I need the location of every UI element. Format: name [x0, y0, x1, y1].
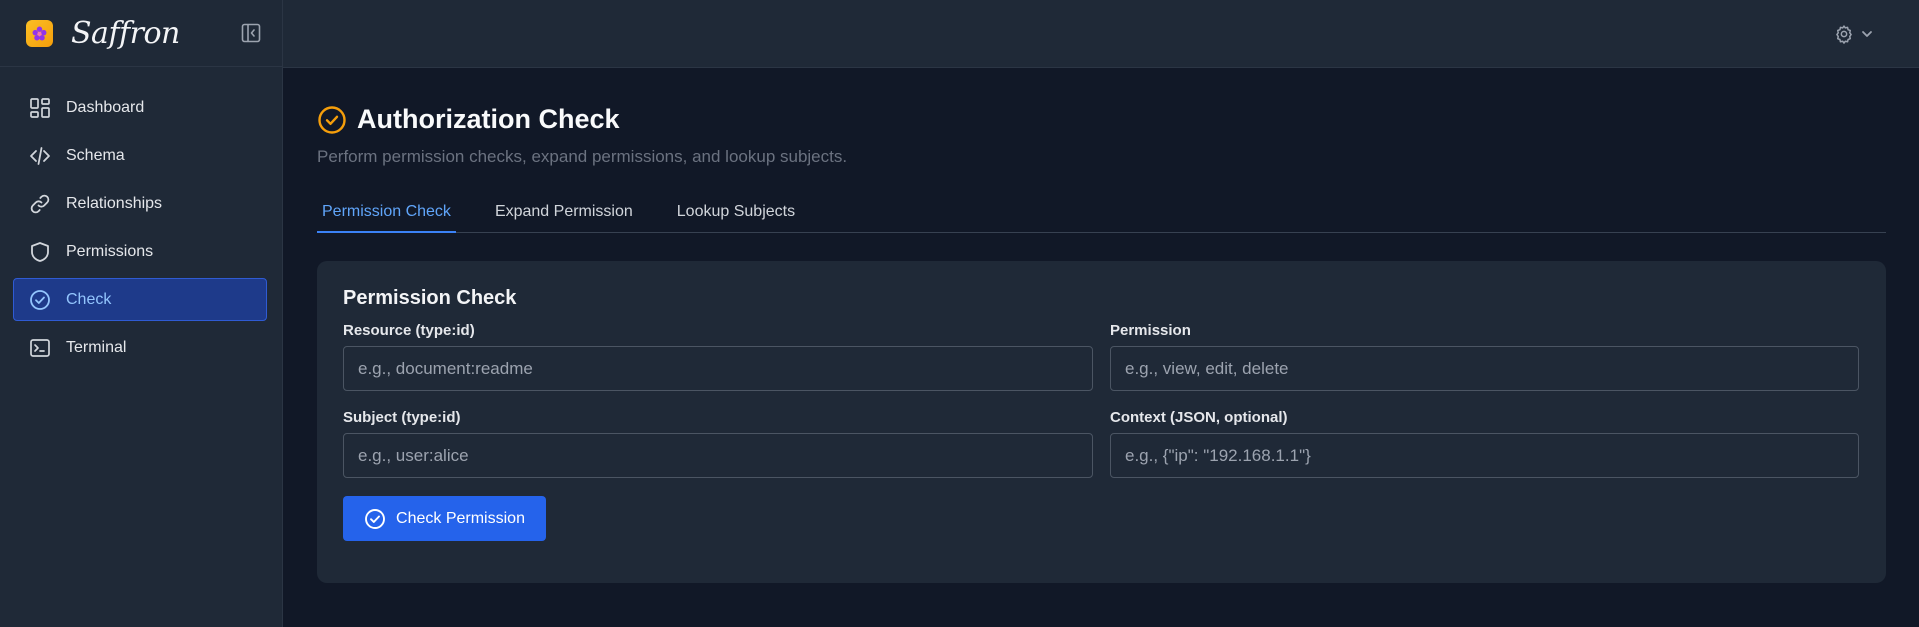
sidebar-item-permissions[interactable]: Permissions	[13, 230, 267, 273]
sidebar-item-schema[interactable]: Schema	[13, 134, 267, 177]
context-field-group: Context (JSON, optional)	[1110, 409, 1859, 478]
context-label: Context (JSON, optional)	[1110, 409, 1288, 426]
tab-permission-check[interactable]: Permission Check	[317, 193, 456, 233]
brand-logo-icon	[26, 19, 53, 47]
sidebar-item-relationships[interactable]: Relationships	[13, 182, 267, 225]
tab-lookup-subjects[interactable]: Lookup Subjects	[672, 193, 800, 233]
resource-input[interactable]	[343, 346, 1093, 391]
card-title: Permission Check	[343, 287, 517, 309]
sidebar-item-label: Schema	[66, 146, 125, 164]
sidebar-nav: Dashboard Schema Relationships Permissio…	[0, 67, 282, 369]
settings-menu-button[interactable]	[1834, 24, 1874, 44]
sidebar-item-terminal[interactable]: Terminal	[13, 326, 267, 369]
permission-input[interactable]	[1110, 346, 1859, 391]
app-root: Saffron Dashboard Schema Relationships P…	[0, 0, 1919, 627]
subject-field-group: Subject (type:id)	[343, 409, 1093, 478]
sidebar-item-dashboard[interactable]: Dashboard	[13, 86, 267, 129]
sidebar-collapse-icon	[241, 23, 261, 43]
subject-input[interactable]	[343, 433, 1093, 478]
permission-field-group: Permission	[1110, 322, 1859, 391]
main-area: Authorization Check Perform permission c…	[283, 0, 1919, 627]
sidebar-item-label: Permissions	[66, 242, 154, 260]
terminal-icon	[28, 336, 52, 360]
dashboard-icon	[28, 96, 52, 120]
subject-label: Subject (type:id)	[343, 409, 461, 426]
permission-label: Permission	[1110, 322, 1191, 339]
resource-field-group: Resource (type:id)	[343, 322, 1093, 391]
code-icon	[28, 144, 52, 168]
check-permission-button[interactable]: Check Permission	[343, 496, 546, 541]
resource-label: Resource (type:id)	[343, 322, 475, 339]
tab-bar: Permission Check Expand Permission Looku…	[317, 193, 1886, 233]
brand: Saffron	[0, 0, 282, 67]
check-permission-label: Check Permission	[396, 509, 525, 527]
form-grid: Resource (type:id) Permission Subject (t…	[343, 322, 1859, 478]
sidebar: Saffron Dashboard Schema Relationships P…	[0, 0, 283, 627]
sidebar-item-check[interactable]: Check	[13, 278, 267, 321]
sidebar-item-label: Dashboard	[66, 98, 145, 116]
page-content: Authorization Check Perform permission c…	[283, 68, 1919, 583]
brand-name: Saffron	[71, 15, 180, 51]
collapse-sidebar-button[interactable]	[240, 22, 262, 44]
title-row: Authorization Check	[317, 104, 1886, 135]
page-title: Authorization Check	[357, 104, 620, 134]
tab-expand-permission[interactable]: Expand Permission	[490, 193, 638, 233]
check-circle-icon	[28, 288, 52, 312]
link-icon	[28, 192, 52, 216]
page-subtitle: Perform permission checks, expand permis…	[317, 147, 848, 166]
gear-icon	[1836, 24, 1852, 44]
context-input[interactable]	[1110, 433, 1859, 478]
sidebar-item-label: Terminal	[66, 338, 127, 356]
permission-check-card: Permission Check Resource (type:id) Perm…	[317, 261, 1886, 583]
chevron-down-icon	[1862, 30, 1872, 37]
topbar	[283, 0, 1919, 68]
shield-icon	[28, 240, 52, 264]
sidebar-item-label: Relationships	[66, 194, 163, 212]
sidebar-item-label: Check	[66, 290, 112, 308]
check-circle-icon	[318, 105, 346, 134]
check-circle-icon	[365, 508, 385, 529]
